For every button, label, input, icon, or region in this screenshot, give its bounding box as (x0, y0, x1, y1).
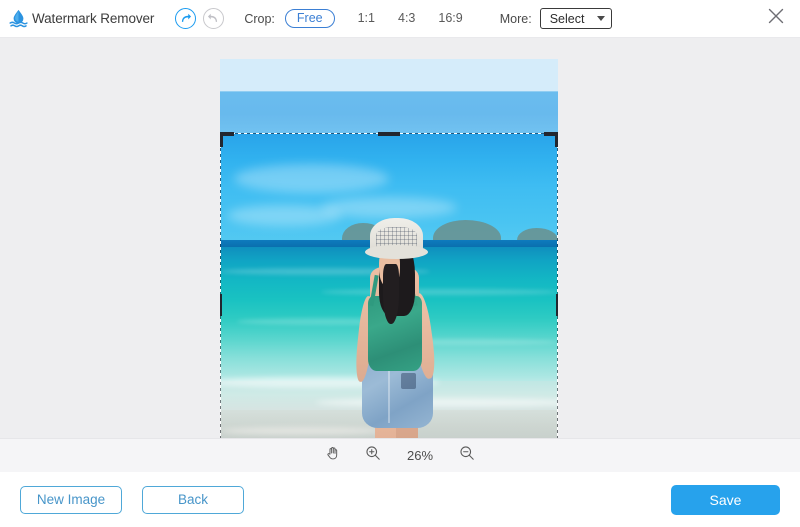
back-button[interactable]: Back (142, 485, 244, 514)
more-label: More: (499, 11, 532, 26)
app-title: Watermark Remover (32, 11, 155, 26)
undo-arrow-icon (179, 12, 192, 25)
more-group: More: Select (500, 8, 612, 29)
crop-ratio-group: Crop: Free 1:1 4:3 16:9 (244, 8, 463, 29)
zoom-toolbar: 26% (0, 438, 800, 472)
redo-button[interactable] (203, 8, 225, 29)
pan-tool-button[interactable] (323, 446, 343, 466)
zoom-out-icon (459, 445, 475, 466)
zoom-in-icon (365, 445, 381, 466)
brand: Watermark Remover (8, 8, 154, 29)
watermark-remover-window: Watermark Remover Crop: Free 1:1 4:3 16:… (0, 0, 800, 527)
hat-brim (365, 245, 429, 260)
close-button[interactable] (763, 6, 789, 32)
bottom-action-bar: New Image Back Save (0, 472, 800, 527)
close-icon (766, 6, 786, 31)
person-subject (345, 217, 446, 438)
more-select-dropdown[interactable]: Select (539, 8, 612, 29)
hand-pan-icon (325, 445, 341, 466)
cloud (226, 205, 342, 227)
chevron-down-icon (596, 16, 605, 21)
zoom-level-value: 26% (406, 448, 434, 463)
zoom-in-button[interactable] (363, 446, 383, 466)
new-image-button[interactable]: New Image (20, 485, 122, 514)
image-preview[interactable] (220, 59, 558, 438)
editor-canvas[interactable] (0, 38, 800, 438)
hair-strand (382, 264, 399, 325)
top-toolbar: Watermark Remover Crop: Free 1:1 4:3 16:… (0, 0, 800, 38)
redo-arrow-icon (207, 12, 220, 25)
save-button[interactable]: Save (671, 484, 780, 515)
ratio-option-16-9[interactable]: 16:9 (438, 9, 462, 28)
ratio-option-free[interactable]: Free (284, 8, 335, 29)
beach-photo (220, 59, 558, 438)
history-controls (175, 8, 225, 29)
more-select-value: Select (549, 11, 585, 26)
shorts-seam (387, 365, 391, 423)
water-drop-icon (8, 8, 29, 29)
ratio-option-1-1[interactable]: 1:1 (358, 9, 375, 28)
shorts-pocket (400, 373, 416, 389)
cloud (233, 163, 389, 193)
cloud (321, 196, 457, 218)
undo-button[interactable] (175, 8, 197, 29)
ratio-option-4-3[interactable]: 4:3 (398, 9, 415, 28)
zoom-out-button[interactable] (457, 446, 477, 466)
crop-label: Crop: (244, 11, 275, 26)
